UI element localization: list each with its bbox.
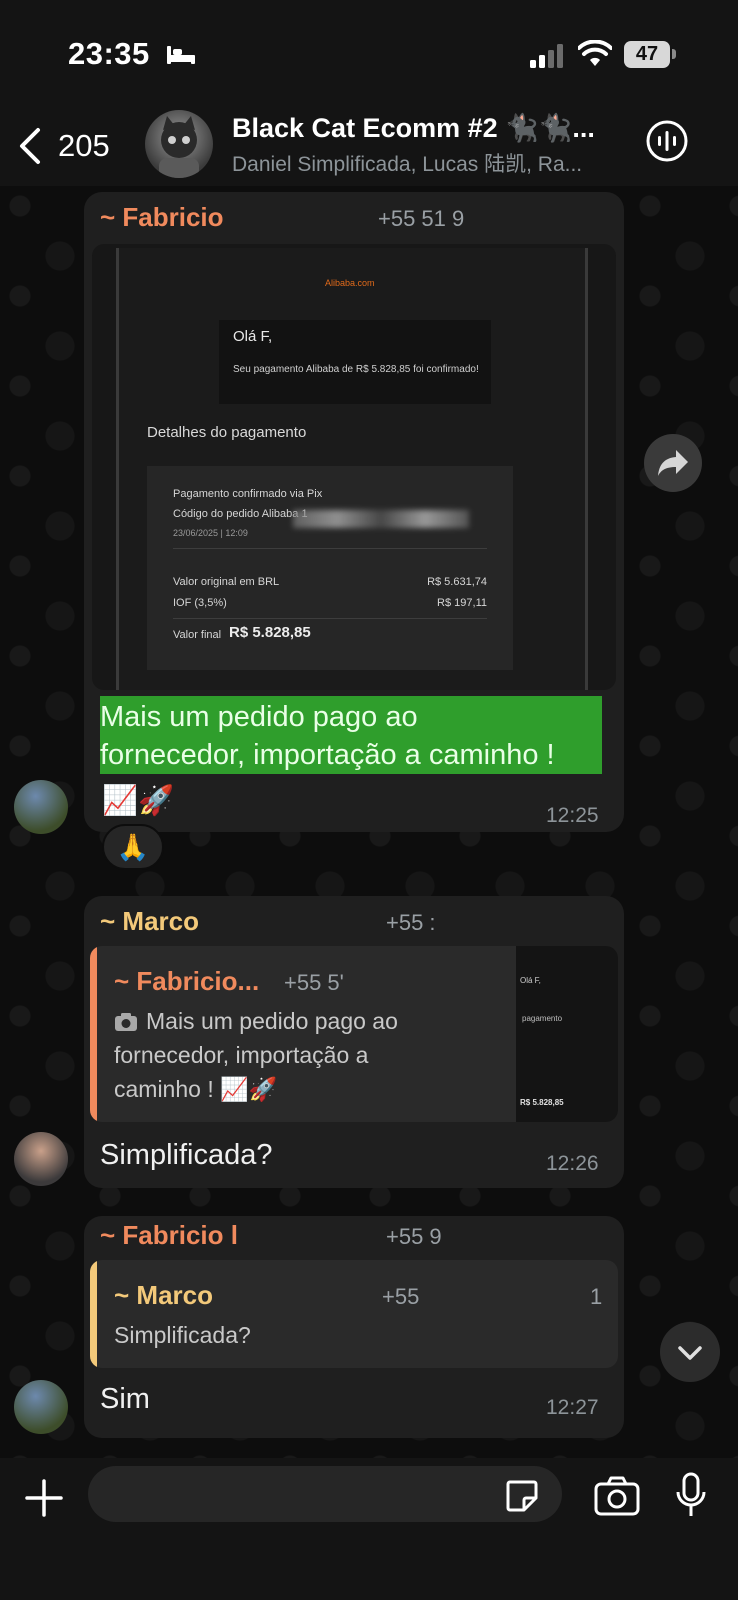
thumb-greeting: Olá F, [520,976,541,985]
group-call-icon[interactable] [644,118,690,164]
group-title[interactable]: Black Cat Ecomm #2 🐈‍⬛🐈‍⬛... [232,112,602,144]
sender-name[interactable]: ~ Marco [100,906,199,937]
sender-phone: +55 : [386,910,436,935]
thumb-section: pagamento [522,1014,563,1023]
final-value: R$ 5.828,85 [229,624,311,641]
forward-button[interactable] [644,434,702,492]
avatar[interactable] [14,780,68,834]
quote-bar [90,1260,97,1368]
alibaba-logo: Alibaba.com [325,278,375,288]
message-text-line: Mais um pedido pago ao [100,701,418,733]
message-bubble[interactable]: ~ Marco +55 : ~ Fabricio... +55 5' Mais … [84,896,624,1188]
confirmation-text: Seu pagamento Alibaba de R$ 5.828,85 foi… [233,364,479,375]
group-avatar[interactable] [145,110,213,178]
battery-indicator: 47 [624,41,670,68]
screenshot-content: Alibaba.com Olá F, Seu pagamento Alibaba… [116,248,588,690]
camera-icon [115,1013,137,1031]
message-emojis: 📈🚀 [102,785,175,817]
divider [173,618,487,619]
status-bar: 23:35 47 [0,0,738,110]
chevron-left-icon [20,128,40,164]
message-bubble[interactable]: ~ Fabricio l +55 9 ~ Marco +55 1 Simplif… [84,1216,624,1438]
iof-value: R$ 197,11 [437,597,487,609]
message-composer [0,1458,738,1600]
attach-plus-icon[interactable] [24,1478,64,1518]
wifi-icon [578,40,612,66]
payment-screenshot[interactable]: Alibaba.com Olá F, Seu pagamento Alibaba… [92,244,616,690]
sender-phone: +55 9 [386,1224,442,1249]
chevron-down-icon [678,1346,702,1360]
final-value-label: Valor final [173,629,222,641]
message-text-line: fornecedor, importação a caminho ! [100,739,555,771]
sender-name[interactable]: ~ Fabricio [100,202,224,233]
original-value-label: Valor original em BRL [173,576,280,588]
quoted-phone: +55 5' [284,970,344,995]
quoted-text: Simplificada? [114,1322,251,1348]
message-input[interactable] [88,1466,562,1522]
reaction-badge[interactable]: 🙏 [102,824,164,870]
message-text: Simplificada? [100,1139,273,1171]
quoted-text-line: fornecedor, importação a [114,1042,369,1068]
sender-phone: +55 51 9 [378,206,465,231]
message-text: Sim [100,1383,150,1415]
quoted-message[interactable]: ~ Marco +55 1 Simplificada? [90,1260,618,1368]
sticker-icon[interactable] [504,1478,540,1514]
forward-arrow-icon [658,450,688,476]
chat-header: 205 Black Cat Ecomm #2 🐈‍⬛🐈‍⬛... Daniel … [0,110,738,186]
quoted-phone: +55 [382,1284,420,1309]
divider [173,548,487,549]
quoted-sender: ~ Fabricio... [114,966,260,996]
message-time: 12:26 [546,1152,599,1175]
quoted-sender: ~ Marco [114,1280,213,1310]
avatar[interactable] [14,1380,68,1434]
scroll-to-bottom-button[interactable] [660,1322,720,1382]
payment-details-title: Detalhes do pagamento [147,424,307,441]
unread-count: 205 [58,128,110,163]
order-code-label: Código do pedido Alibaba 1 [173,508,308,520]
chat-area[interactable]: ~ Fabricio +55 51 9 Alibaba.com Olá F, S… [0,186,738,1458]
quoted-image-thumbnail: Olá F, pagamento R$ 5.828,85 [516,946,618,1122]
payment-card: Pagamento confirmado via Pix Código do p… [147,466,513,670]
iof-label: IOF (3,5%) [173,597,227,609]
message-bubble[interactable]: ~ Fabricio +55 51 9 Alibaba.com Olá F, S… [84,192,624,832]
thumb-total: R$ 5.828,85 [520,1098,564,1107]
battery-nub [672,49,676,59]
camera-icon[interactable] [594,1476,640,1516]
black-cat-avatar-icon [159,116,199,178]
status-time: 23:35 [68,36,150,71]
back-button[interactable]: 205 [16,120,126,172]
avatar[interactable] [14,1132,68,1186]
original-value: R$ 5.631,74 [427,576,487,588]
redacted-order-code [293,510,469,528]
greeting-text: Olá F, [233,328,273,345]
sender-name[interactable]: ~ Fabricio l [100,1220,238,1251]
greeting-box: Olá F, Seu pagamento Alibaba de R$ 5.828… [219,320,491,404]
message-time: 12:27 [546,1396,599,1419]
quoted-phone-tail: 1 [590,1284,603,1309]
quoted-message[interactable]: ~ Fabricio... +55 5' Mais um pedido pago… [90,946,618,1122]
message-time: 12:25 [546,804,599,827]
quoted-text-line: caminho ! 📈🚀 [114,1076,278,1102]
pix-line: Pagamento confirmado via Pix [173,488,323,500]
sleep-focus-icon [167,46,195,64]
group-members[interactable]: Daniel Simplificada, Lucas 陆凯, Ra... [232,148,620,178]
quote-bar [90,946,97,1122]
payment-date: 23/06/2025 | 12:09 [173,528,248,538]
quoted-text-line: Mais um pedido pago ao [146,1008,398,1034]
microphone-icon[interactable] [676,1472,706,1518]
cellular-signal-icon [530,44,563,68]
